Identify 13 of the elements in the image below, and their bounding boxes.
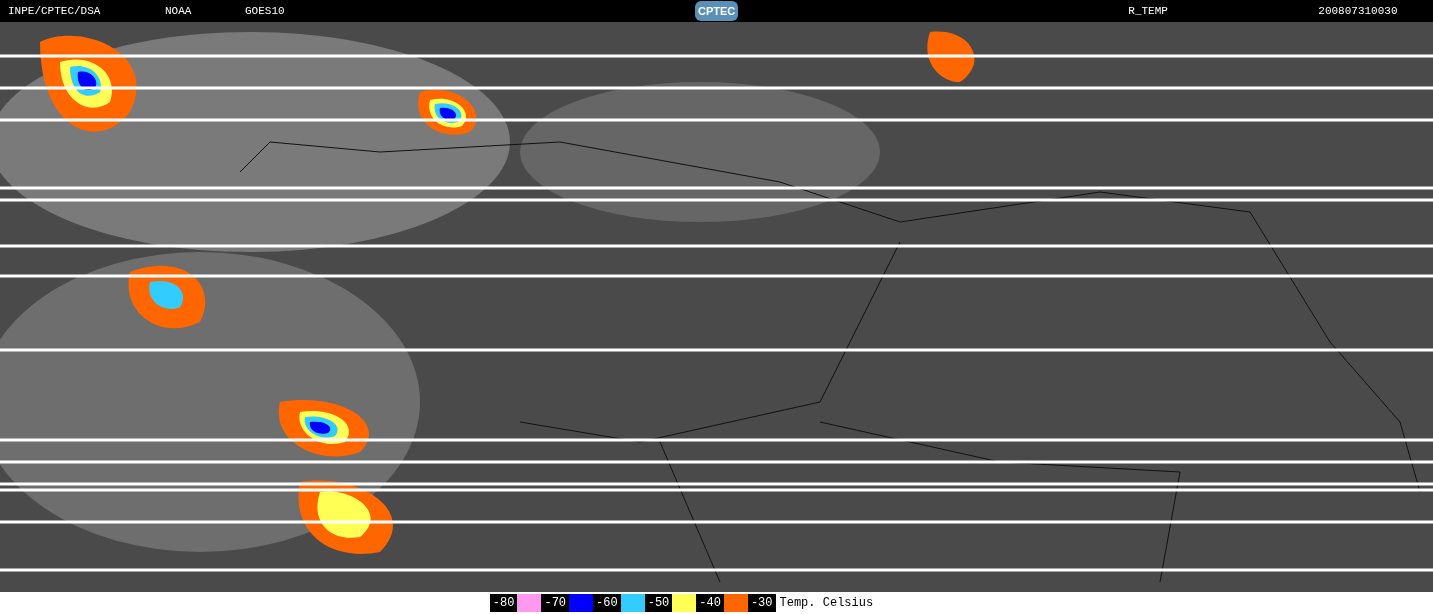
legend-value: -30 [747, 594, 776, 612]
timestamp-label: 200807310030 [1318, 3, 1398, 19]
agency-label: NOAA [165, 3, 193, 19]
legend-unit: Temp. Celsius [779, 595, 874, 612]
legend-value: -80 [489, 594, 518, 612]
legend-value: -70 [541, 594, 570, 612]
legend-value: -50 [644, 594, 673, 612]
source-label: INPE/CPTEC/DSA [8, 3, 102, 19]
logo: CPTEC [695, 1, 739, 21]
product-label: R_TEMP [1128, 3, 1169, 19]
legend-value: -40 [696, 594, 724, 612]
legend-value: -60 [593, 594, 621, 612]
satellite-label: GOES10 [245, 3, 286, 19]
